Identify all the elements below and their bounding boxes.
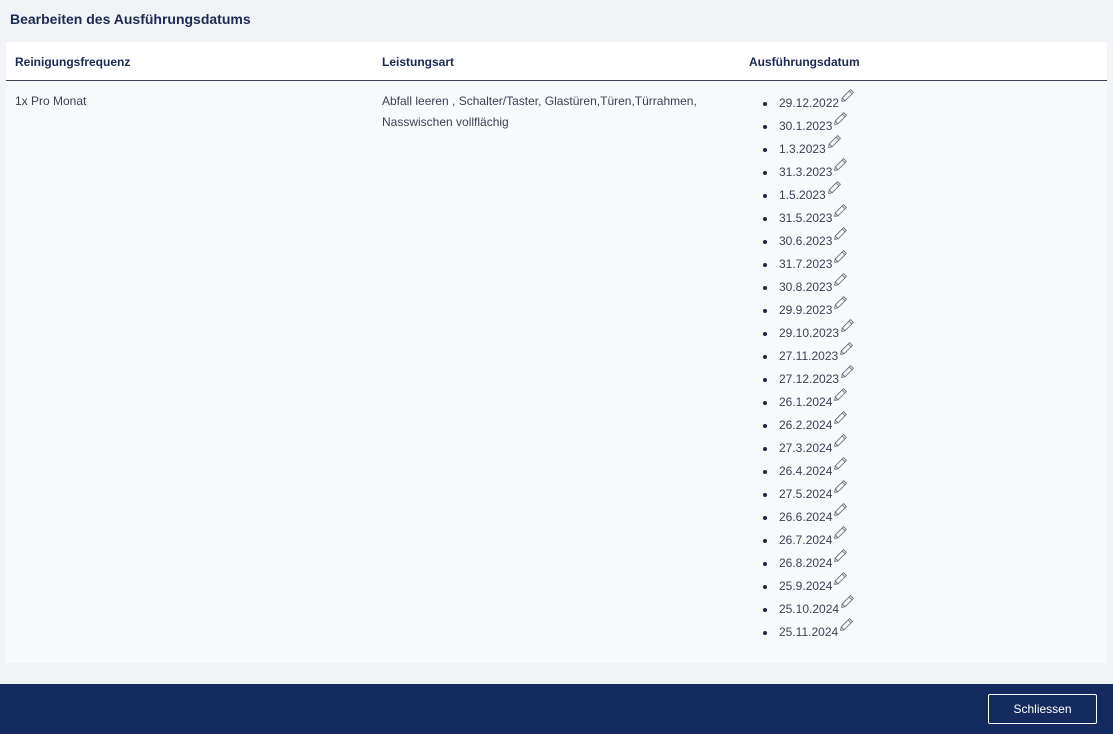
header-service-type: Leistungsart	[382, 55, 455, 69]
pencil-icon[interactable]	[840, 318, 855, 333]
close-button[interactable]: Schliessen	[988, 694, 1097, 724]
pencil-icon[interactable]	[827, 134, 842, 149]
pencil-icon[interactable]	[840, 88, 855, 103]
execution-date-value: 31.5.2023	[779, 211, 833, 225]
pencil-icon[interactable]	[833, 479, 848, 494]
execution-date-list: 29.12.2022 30.1.2023 1.3.2023 31.3.2023 1.5.…	[763, 89, 855, 644]
execution-date-value: 31.3.2023	[779, 165, 833, 179]
pencil-icon[interactable]	[833, 272, 848, 287]
header-execution-date: Ausführungsdatum	[749, 55, 860, 69]
execution-date-value: 25.11.2024	[779, 625, 839, 639]
execution-date-value: 25.9.2024	[779, 579, 833, 593]
pencil-icon[interactable]	[833, 295, 848, 310]
execution-date-item: 25.11.2024	[763, 618, 855, 644]
execution-date-value: 29.10.2023	[779, 326, 840, 340]
execution-date-value: 26.8.2024	[779, 556, 833, 570]
execution-date-value: 30.6.2023	[779, 234, 833, 248]
execution-date-value: 27.12.2023	[779, 372, 840, 386]
pencil-icon[interactable]	[839, 617, 854, 632]
cell-frequency: 1x Pro Monat	[15, 94, 87, 108]
execution-date-value: 27.11.2023	[779, 349, 839, 363]
pencil-icon[interactable]	[833, 249, 848, 264]
execution-date-value: 29.9.2023	[779, 303, 833, 317]
pencil-icon[interactable]	[839, 341, 854, 356]
pencil-icon[interactable]	[833, 525, 848, 540]
pencil-icon[interactable]	[833, 410, 848, 425]
execution-date-value: 26.7.2024	[779, 533, 833, 547]
execution-date-value: 26.6.2024	[779, 510, 833, 524]
pencil-icon[interactable]	[833, 502, 848, 517]
execution-date-value: 30.8.2023	[779, 280, 833, 294]
execution-date-value: 27.3.2024	[779, 441, 833, 455]
pencil-icon[interactable]	[833, 203, 848, 218]
execution-date-value: 25.10.2024	[779, 602, 840, 616]
execution-date-value: 30.1.2023	[779, 119, 833, 133]
cell-service-type: Abfall leeren , Schalter/Taster, Glastür…	[382, 94, 697, 129]
pencil-icon[interactable]	[833, 387, 848, 402]
pencil-icon[interactable]	[840, 594, 855, 609]
execution-date-value: 27.5.2024	[779, 487, 833, 501]
pencil-icon[interactable]	[833, 226, 848, 241]
table-header: Reinigungsfrequenz Leistungsart Ausführu…	[6, 42, 1107, 81]
header-frequency: Reinigungsfrequenz	[15, 55, 131, 69]
pencil-icon[interactable]	[833, 456, 848, 471]
pencil-icon[interactable]	[833, 571, 848, 586]
pencil-icon[interactable]	[840, 364, 855, 379]
execution-date-value: 31.7.2023	[779, 257, 833, 271]
dialog-footer: Schliessen	[0, 684, 1113, 734]
execution-date-value: 1.5.2023	[779, 188, 826, 202]
execution-date-value: 26.1.2024	[779, 395, 833, 409]
execution-date-value: 26.4.2024	[779, 464, 833, 478]
pencil-icon[interactable]	[833, 433, 848, 448]
execution-date-value: 26.2.2024	[779, 418, 833, 432]
edit-execution-date-dialog: Bearbeiten des Ausführungsdatums Reinigu…	[0, 0, 1113, 734]
pencil-icon[interactable]	[827, 180, 842, 195]
dialog-title: Bearbeiten des Ausführungsdatums	[10, 11, 251, 27]
pencil-icon[interactable]	[833, 157, 848, 172]
pencil-icon[interactable]	[833, 548, 848, 563]
execution-date-value: 1.3.2023	[779, 142, 826, 156]
execution-date-value: 29.12.2022	[779, 96, 840, 110]
pencil-icon[interactable]	[833, 111, 848, 126]
schedule-table: Reinigungsfrequenz Leistungsart Ausführu…	[6, 42, 1107, 663]
